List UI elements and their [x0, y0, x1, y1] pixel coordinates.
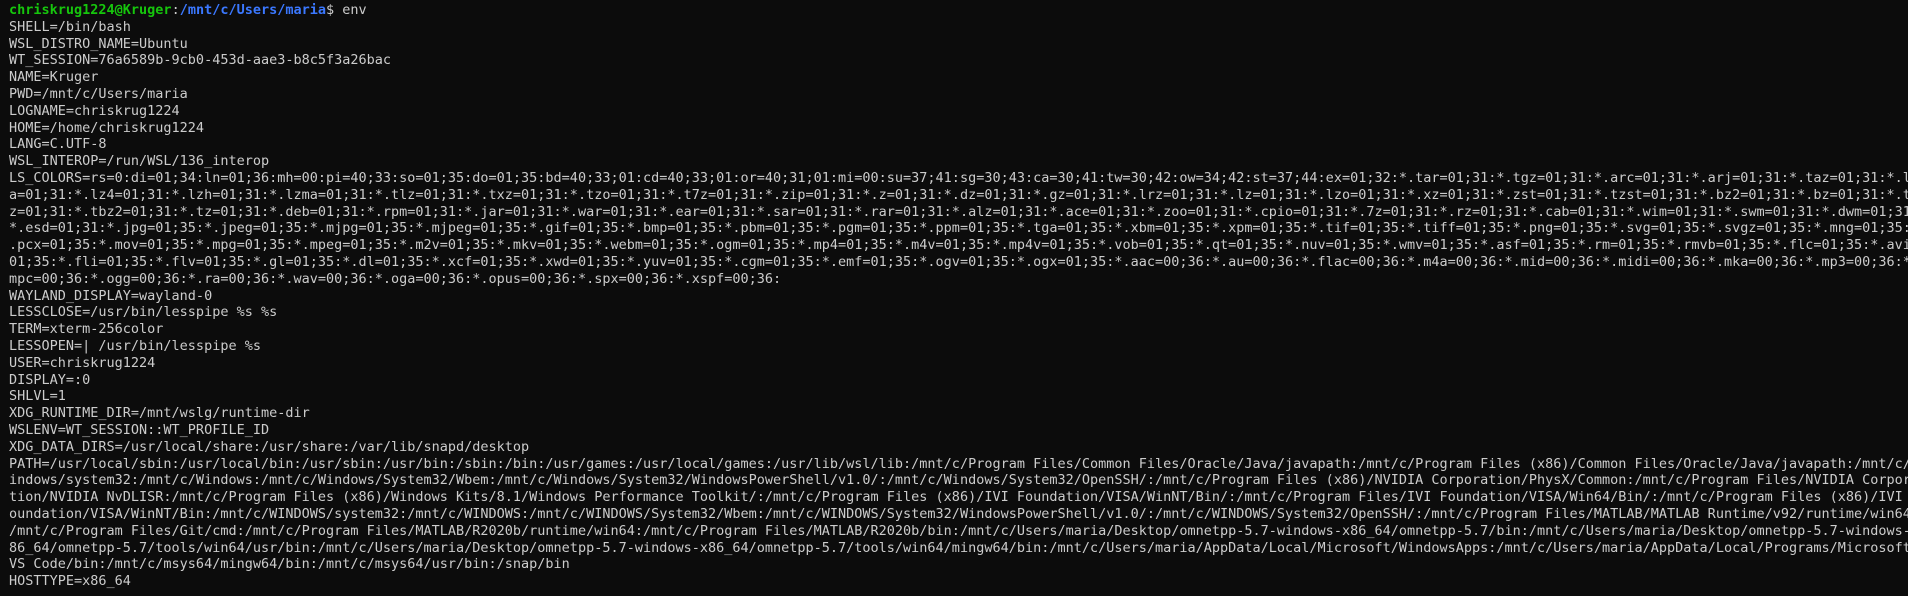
output-line: SHELL=/bin/bash	[9, 18, 131, 35]
output-line: NAME=Kruger	[9, 69, 99, 86]
output-line: TERM=xterm-256color	[9, 321, 164, 338]
terminal-output: SHELL=/bin/bash WSL_DISTRO_NAME=Ubuntu WT_…	[9, 18, 1908, 590]
output-line: SHLVL=1	[9, 388, 66, 405]
output-line: DISPLAY=:0	[9, 371, 91, 388]
output-line: 86_64/omnetpp-5.7/tools/win64/usr/bin:/m…	[9, 539, 1908, 556]
output-line: indows/system32:/mnt/c/Windows:/mnt/c/Wi…	[9, 472, 1908, 489]
output-line: LESSOPEN=| /usr/bin/lesspipe %s	[9, 337, 261, 354]
output-line: oundation/VISA/WinNT/Bin:/mnt/c/WINDOWS/…	[9, 505, 1908, 522]
output-line: .pcx=01;35:*.mov=01;35:*.mpg=01;35:*.mpe…	[9, 237, 1908, 254]
output-line: WSLENV=WT_SESSION::WT_PROFILE_ID	[9, 421, 270, 438]
prompt-dollar: $	[326, 2, 335, 18]
output-line: PWD=/mnt/c/Users/maria	[9, 85, 188, 102]
prompt-separator: :	[171, 2, 180, 18]
output-line: WSL_INTEROP=/run/WSL/136_interop	[9, 153, 270, 170]
output-line: XDG_DATA_DIRS=/usr/local/share:/usr/shar…	[9, 438, 530, 455]
output-line: *.esd=01;31:*.jpg=01;35:*.jpeg=01;35:*.m…	[9, 220, 1908, 237]
prompt-line: chriskrug1224@Kruger:/mnt/c/Users/maria$…	[9, 2, 1899, 19]
output-line: LANG=C.UTF-8	[9, 136, 107, 153]
output-line: LESSCLOSE=/usr/bin/lesspipe %s %s	[9, 304, 278, 321]
output-line: VS Code/bin:/mnt/c/msys64/mingw64/bin:/m…	[9, 556, 570, 573]
output-line: LS_COLORS=rs=0:di=01;34:ln=01;36:mh=00:p…	[9, 169, 1908, 186]
output-line: LOGNAME=chriskrug1224	[9, 102, 180, 119]
output-line: XDG_RUNTIME_DIR=/mnt/wslg/runtime-dir	[9, 405, 310, 422]
output-line: 01;35:*.fli=01;35:*.flv=01;35:*.gl=01;35…	[9, 253, 1908, 270]
output-line: HOME=/home/chriskrug1224	[9, 119, 205, 136]
output-line: WSL_DISTRO_NAME=Ubuntu	[9, 35, 188, 52]
output-line: a=01;31:*.lz4=01;31:*.lzh=01;31:*.lzma=0…	[9, 186, 1908, 203]
prompt-user-host: chriskrug1224@Kruger	[9, 2, 172, 18]
terminal-window[interactable]: chriskrug1224@Kruger:/mnt/c/Users/maria$…	[0, 0, 1908, 596]
output-line: /mnt/c/Program Files/Git/cmd:/mnt/c/Prog…	[9, 522, 1908, 539]
output-line: HOSTTYPE=x86_64	[9, 573, 131, 590]
output-line: z=01;31:*.tbz2=01;31:*.tz=01;31:*.deb=01…	[9, 203, 1908, 220]
prompt-path: /mnt/c/Users/maria	[179, 2, 327, 18]
output-line: tion/NVIDIA NvDLISR:/mnt/c/Program Files…	[9, 489, 1908, 506]
output-line: PATH=/usr/local/sbin:/usr/local/bin:/usr…	[9, 455, 1908, 472]
output-line: WT_SESSION=76a6589b-9cb0-453d-aae3-b8c5f…	[9, 52, 392, 69]
command-text: env	[334, 2, 367, 18]
output-line: mpc=00;36:*.ogg=00;36:*.ra=00;36:*.wav=0…	[9, 270, 782, 287]
output-line: USER=chriskrug1224	[9, 354, 156, 371]
output-line: WAYLAND_DISPLAY=wayland-0	[9, 287, 213, 304]
